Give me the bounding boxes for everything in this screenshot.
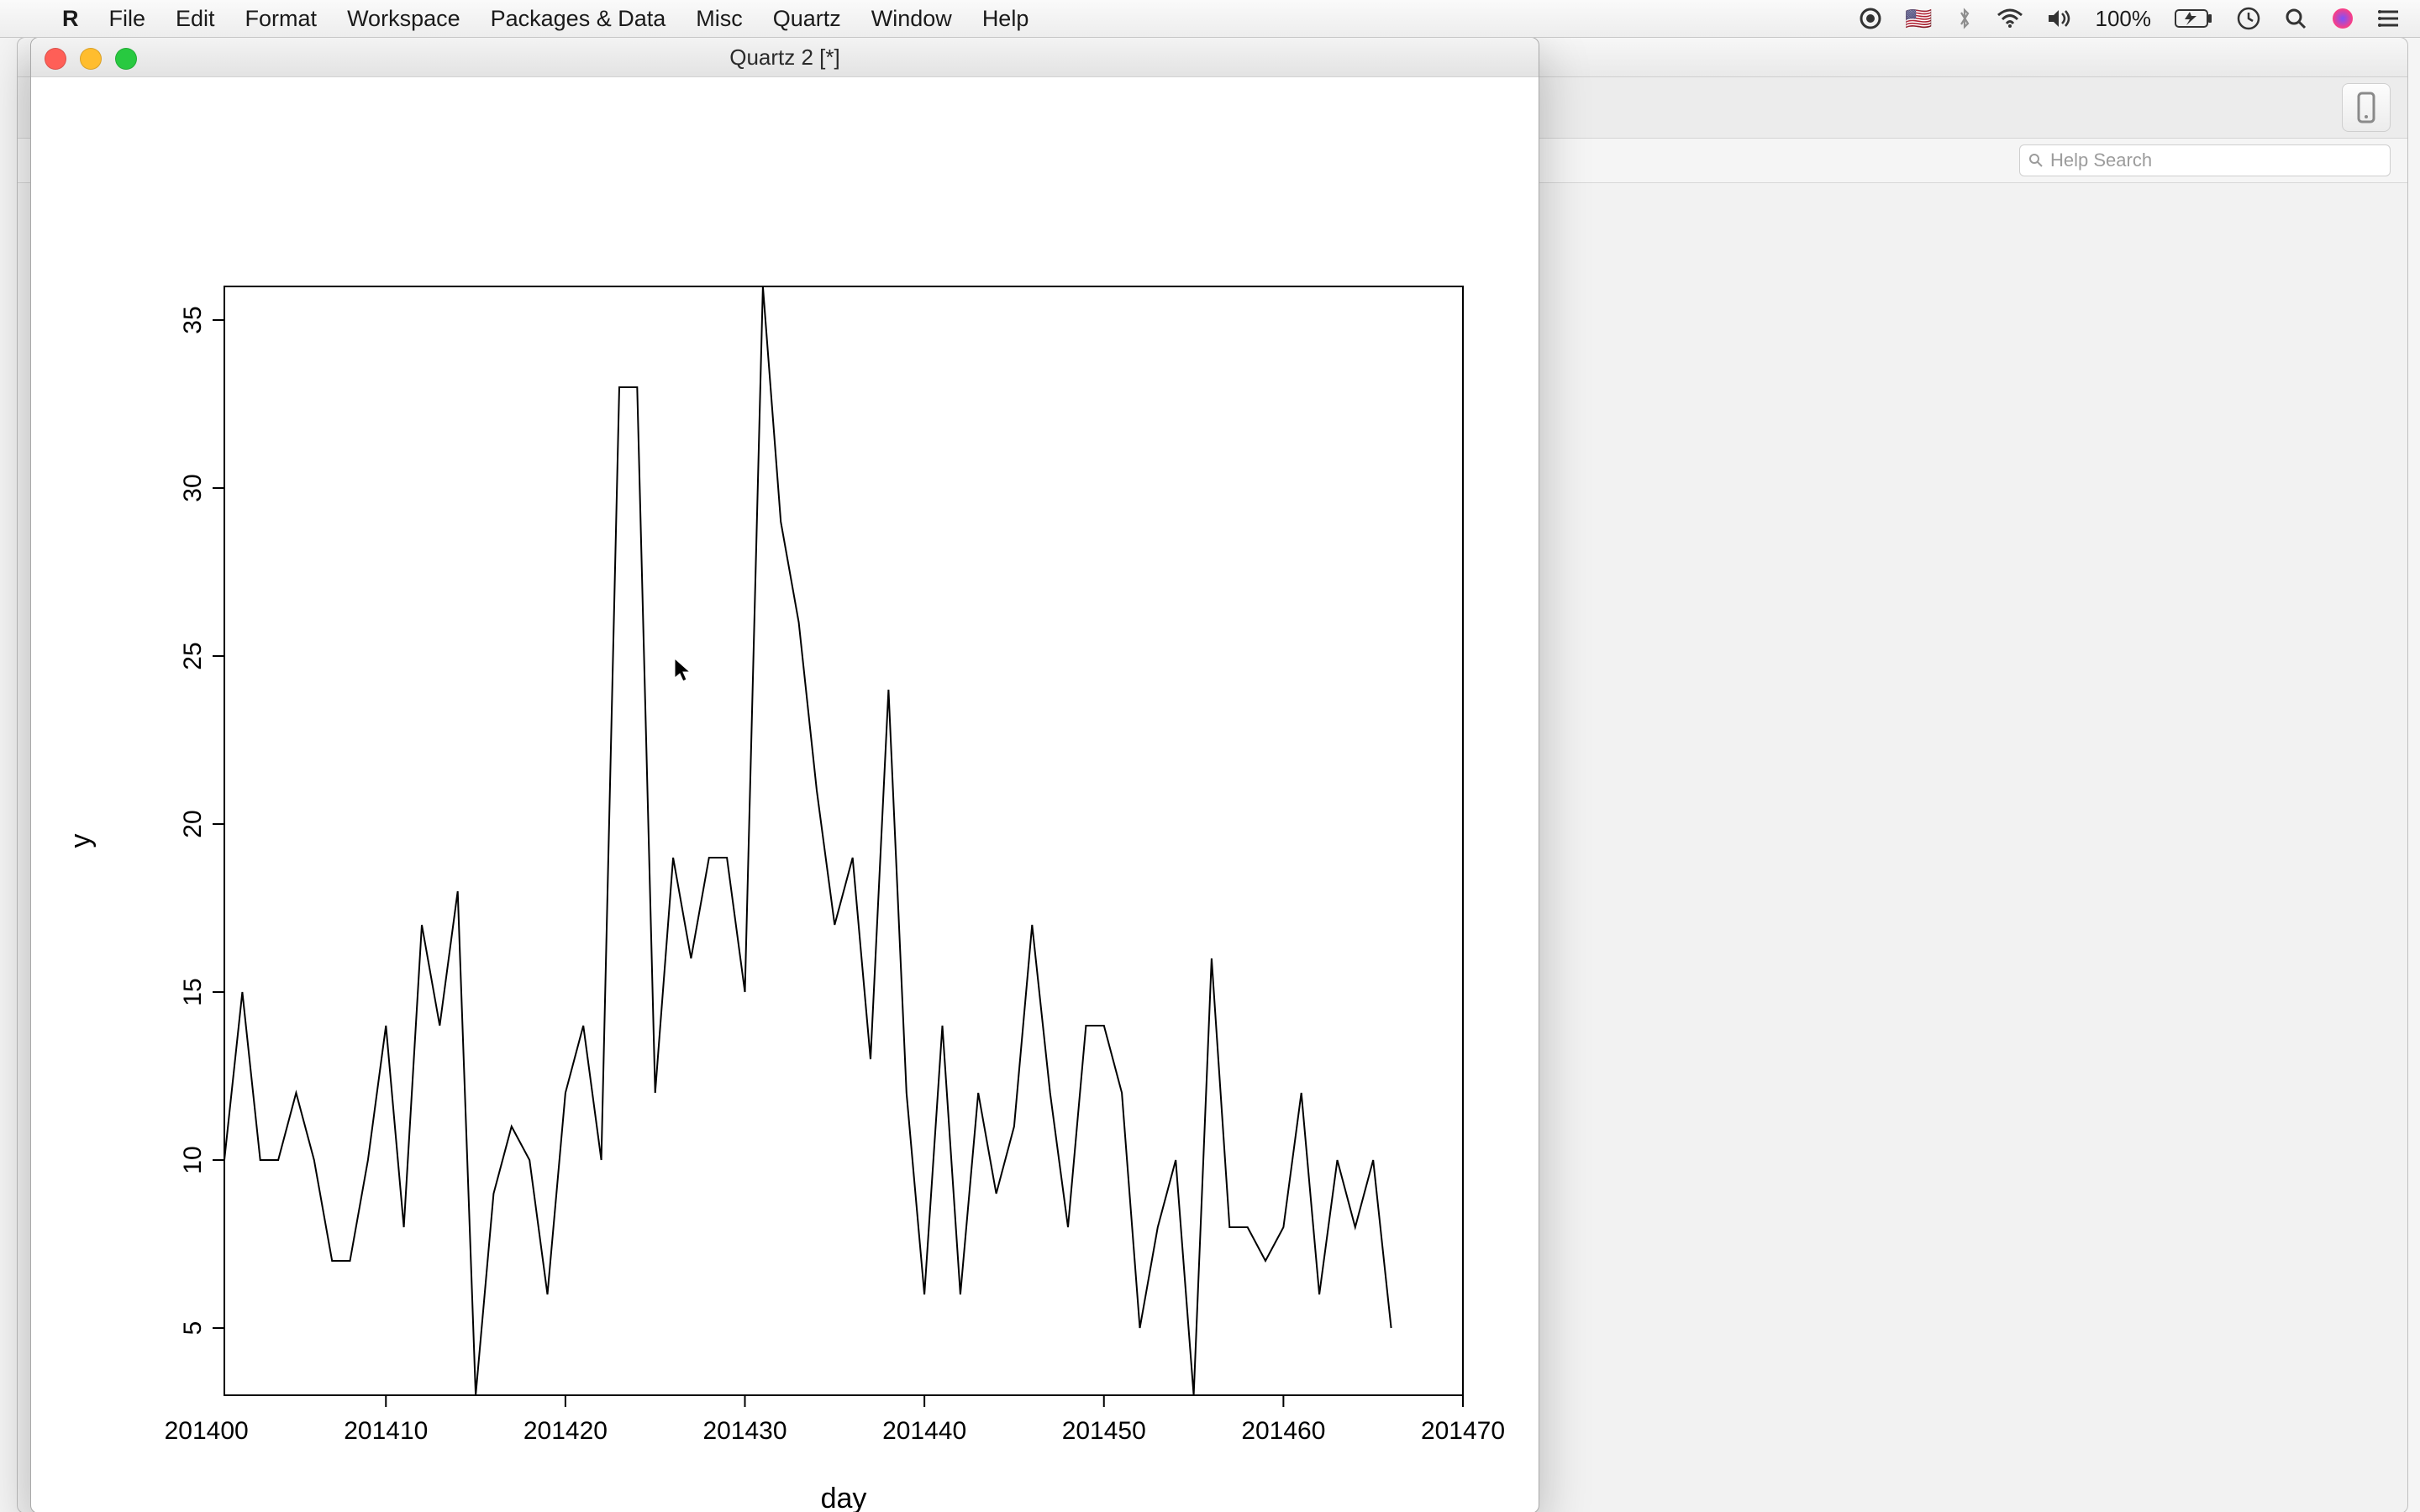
menu-file[interactable]: File <box>94 6 161 32</box>
x-tick-label: 201430 <box>702 1417 786 1445</box>
y-tick-label: 10 <box>179 1146 207 1173</box>
help-search-field[interactable]: Help Search <box>2019 144 2391 176</box>
quartz-minimize-button[interactable] <box>80 48 102 70</box>
menu-workspace[interactable]: Workspace <box>332 6 476 32</box>
x-tick-label: 201410 <box>344 1417 428 1445</box>
y-tick-label: 30 <box>179 474 207 501</box>
mac-menubar: R File Edit Format Workspace Packages & … <box>0 0 2420 38</box>
input-flag-icon[interactable]: 🇺🇸 <box>1905 6 1932 32</box>
y-axis-label: y <box>65 834 97 848</box>
menu-misc[interactable]: Misc <box>681 6 758 32</box>
y-tick-label: 15 <box>179 978 207 1005</box>
menu-help[interactable]: Help <box>967 6 1044 32</box>
battery-percent: 100% <box>2096 6 2152 32</box>
menu-edit[interactable]: Edit <box>160 6 230 32</box>
y-tick-label: 20 <box>179 810 207 837</box>
timemachine-icon[interactable] <box>2237 7 2260 30</box>
y-tick-label: 35 <box>179 306 207 333</box>
x-tick-label: 201420 <box>523 1417 608 1445</box>
menu-window[interactable]: Window <box>856 6 967 32</box>
app-name[interactable]: R <box>47 6 94 32</box>
x-tick-label: 201440 <box>882 1417 966 1445</box>
y-tick-label: 25 <box>179 642 207 669</box>
x-tick-label: 201400 <box>165 1417 249 1445</box>
spotlight-icon[interactable] <box>2284 7 2307 30</box>
menubar-left: R File Edit Format Workspace Packages & … <box>0 6 1044 32</box>
y-tick-label: 5 <box>179 1321 207 1336</box>
help-search-placeholder: Help Search <box>2050 150 2152 171</box>
menu-packages-data[interactable]: Packages & Data <box>476 6 681 32</box>
siri-icon[interactable] <box>2331 7 2354 30</box>
plot-canvas: 5 10 15 20 25 30 35 201400 201410 201420 201430 201… <box>31 76 1539 1512</box>
battery-icon[interactable] <box>2175 9 2213 28</box>
quartz-titlebar[interactable]: Quartz 2 [*] <box>31 38 1539 77</box>
x-axis-label: day <box>821 1483 867 1512</box>
notification-center-icon[interactable] <box>2378 9 2400 28</box>
x-tick-label: 201460 <box>1241 1417 1325 1445</box>
plot-border <box>224 286 1463 1395</box>
toolbar-device-icon[interactable] <box>2342 83 2391 132</box>
menubar-right: 🇺🇸 100% <box>1860 6 2420 32</box>
menu-quartz[interactable]: Quartz <box>758 6 856 32</box>
record-icon[interactable] <box>1860 8 1881 29</box>
menu-format[interactable]: Format <box>230 6 333 32</box>
quartz-close-button[interactable] <box>45 48 66 70</box>
bluetooth-icon[interactable] <box>1956 7 1973 30</box>
x-tick-label: 201470 <box>1421 1417 1505 1445</box>
x-tick-label: 201450 <box>1062 1417 1146 1445</box>
quartz-zoom-button[interactable] <box>115 48 137 70</box>
plot-series-line <box>224 286 1392 1395</box>
wifi-icon[interactable] <box>1996 8 2023 29</box>
volume-icon[interactable] <box>2047 8 2072 29</box>
quartz-title: Quartz 2 [*] <box>729 45 840 71</box>
quartz-plot-window: Quartz 2 [*] 5 10 15 20 25 30 35 201400 201410 20… <box>30 37 1539 1512</box>
